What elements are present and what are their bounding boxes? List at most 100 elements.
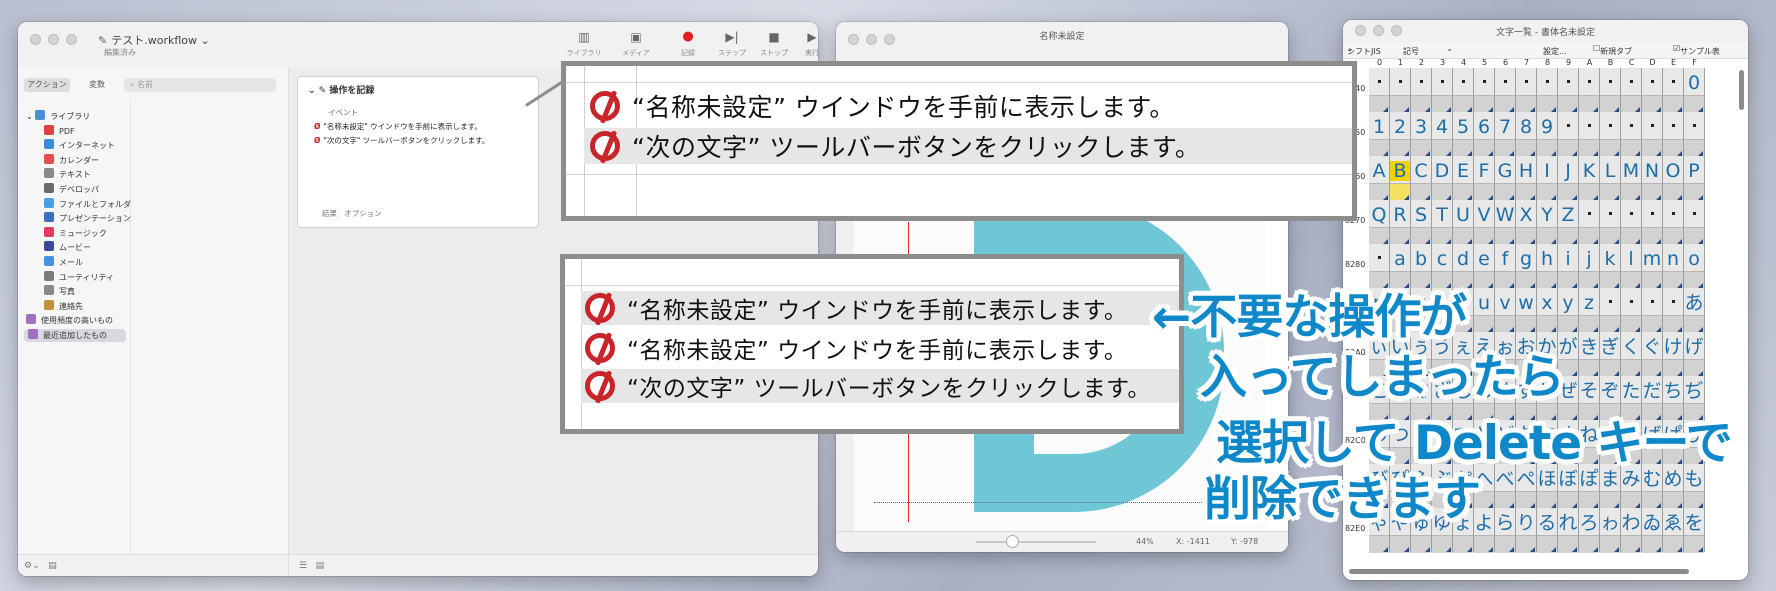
tab-actions[interactable]: アクション (24, 78, 70, 92)
event-row[interactable]: “名称未設定” ウインドウを手前に表示します。 (581, 291, 1179, 325)
glyph-cell[interactable]: れ (1558, 508, 1579, 553)
glyph-cell[interactable] (1558, 112, 1579, 157)
glyph-cell[interactable] (1579, 200, 1600, 245)
glyph-cell[interactable]: ぎ (1600, 332, 1621, 377)
glyph-cell[interactable]: を (1684, 508, 1705, 553)
glyph-cell[interactable]: h (1537, 244, 1558, 289)
vertical-scrollbar[interactable] (1739, 70, 1744, 110)
zoom-button[interactable] (66, 34, 77, 45)
glyph-cell[interactable]: x (1537, 288, 1558, 333)
glyph-cell[interactable] (1516, 68, 1537, 113)
info-icon[interactable]: ▤ (48, 561, 57, 571)
glyph-cell[interactable]: I (1537, 156, 1558, 201)
glyph-cell[interactable]: K (1579, 156, 1600, 201)
list-view-icon[interactable]: ☰ (299, 561, 307, 571)
glyph-cell[interactable]: B (1390, 156, 1411, 201)
glyph-cell[interactable]: D (1432, 156, 1453, 201)
event-row[interactable]: Ø "名称未設定" ウインドウを手前に表示します。 (314, 121, 482, 132)
glyph-cell[interactable]: ゑ (1663, 508, 1684, 553)
glyph-cell[interactable]: W (1495, 200, 1516, 245)
glyph-cell[interactable]: L (1600, 156, 1621, 201)
glyph-cell[interactable]: M (1621, 156, 1642, 201)
category-select[interactable]: 記号 ⌄ (1403, 44, 1453, 56)
sidebar-item[interactable]: 写真 (44, 285, 75, 298)
glyph-cell[interactable]: き (1579, 332, 1600, 377)
glyph-cell[interactable]: Y (1537, 200, 1558, 245)
glyph-cell[interactable]: e (1474, 244, 1495, 289)
glyph-cell[interactable] (1369, 68, 1390, 113)
glyph-cell[interactable]: 9 (1537, 112, 1558, 157)
glyph-cell[interactable] (1600, 288, 1621, 333)
glyph-cell[interactable]: け (1663, 332, 1684, 377)
glyph-cell[interactable] (1579, 68, 1600, 113)
glyph-cell[interactable] (1600, 112, 1621, 157)
step-toolbar-button[interactable]: ▶| ステップ (708, 30, 756, 58)
glyph-cell[interactable]: y (1558, 288, 1579, 333)
glyph-cell[interactable] (1642, 200, 1663, 245)
run-toolbar-button[interactable]: ▶ 実行 (788, 30, 818, 58)
glyph-cell[interactable]: Z (1558, 200, 1579, 245)
tab-variables[interactable]: 変数 (74, 78, 120, 92)
glyph-cell[interactable]: ろ (1579, 508, 1600, 553)
glyph-cell[interactable]: 8 (1516, 112, 1537, 157)
glyph-cell[interactable]: v (1495, 288, 1516, 333)
glyph-cell[interactable]: あ (1684, 288, 1705, 333)
glyph-cell[interactable]: H (1516, 156, 1537, 201)
sidebar-item[interactable]: ミュージック (44, 226, 107, 240)
event-row[interactable]: “次の文字” ツールバーボタンをクリックします。 (584, 128, 1352, 164)
encoding-select[interactable]: シフトJIS ⌄ (1347, 44, 1381, 56)
glyph-cell[interactable]: 6 (1474, 112, 1495, 157)
glyph-cell[interactable]: U (1453, 200, 1474, 245)
glyph-cell[interactable] (1474, 68, 1495, 113)
glyph-cell[interactable]: u (1474, 288, 1495, 333)
glyph-cell[interactable] (1432, 68, 1453, 113)
sidebar-item[interactable]: 連絡先 (44, 299, 83, 313)
flow-view-icon[interactable]: ▤ (316, 561, 325, 571)
glyph-cell[interactable]: ら (1495, 508, 1516, 553)
glyph-cell[interactable] (1621, 200, 1642, 245)
glyph-cell[interactable]: 1 (1369, 112, 1390, 157)
glyph-cell[interactable] (1663, 112, 1684, 157)
glyph-cell[interactable]: P (1684, 156, 1705, 201)
sidebar-item[interactable]: デベロッパ (44, 183, 99, 196)
zoom-slider[interactable] (976, 541, 1096, 543)
glyph-cell[interactable]: F (1474, 156, 1495, 201)
glyph-cell[interactable]: o (1684, 244, 1705, 289)
glyph-cell[interactable]: ゎ (1600, 508, 1621, 553)
record-toolbar-button[interactable]: ● 記録 (664, 30, 712, 58)
glyph-cell[interactable]: f (1495, 244, 1516, 289)
library-toolbar-button[interactable]: ▥ ライブラリ (560, 30, 608, 58)
glyph-cell[interactable]: 4 (1432, 112, 1453, 157)
glyph-cell[interactable]: ゐ (1642, 508, 1663, 553)
glyph-cell[interactable] (1600, 200, 1621, 245)
zoom-slider-knob[interactable] (1006, 535, 1019, 548)
glyph-cell[interactable] (1642, 288, 1663, 333)
sidebar-item[interactable]: インターネット (44, 139, 115, 152)
glyph-cell[interactable]: g (1516, 244, 1537, 289)
sidebar-item[interactable]: カレンダー (44, 153, 99, 167)
sidebar-item[interactable]: プレゼンテーション (44, 212, 131, 225)
glyph-cell[interactable]: く (1621, 332, 1642, 377)
media-toolbar-button[interactable]: ▣ メディア (612, 30, 660, 58)
glyph-cell[interactable]: げ (1684, 332, 1705, 377)
glyph-cell[interactable]: 0 (1684, 68, 1705, 113)
event-row[interactable]: “名称未設定” ウインドウを手前に表示します。 (590, 88, 1175, 124)
chevron-down-icon[interactable]: ⌄ (26, 112, 35, 121)
glyph-cell[interactable]: X (1516, 200, 1537, 245)
glyph-cell[interactable] (1621, 68, 1642, 113)
glyph-cell[interactable] (1558, 68, 1579, 113)
search-input[interactable]: ⌕ 名前 (124, 78, 276, 92)
glyph-cell[interactable]: S (1411, 200, 1432, 245)
glyph-cell[interactable]: C (1411, 156, 1432, 201)
glyph-cell[interactable]: j (1579, 244, 1600, 289)
gear-icon[interactable]: ⚙⌄ (24, 561, 40, 571)
glyph-cell[interactable]: n (1663, 244, 1684, 289)
glyph-cell[interactable]: わ (1621, 508, 1642, 553)
event-row[interactable]: Ø "次の文字" ツールバーボタンをクリックします。 (314, 135, 489, 146)
glyph-cell[interactable] (1684, 200, 1705, 245)
glyph-cell[interactable]: k (1600, 244, 1621, 289)
sidebar-item[interactable]: 使用頻度の高いもの (26, 314, 113, 327)
glyph-cell[interactable]: Q (1369, 200, 1390, 245)
glyph-cell[interactable] (1495, 68, 1516, 113)
glyph-cell[interactable] (1621, 112, 1642, 157)
